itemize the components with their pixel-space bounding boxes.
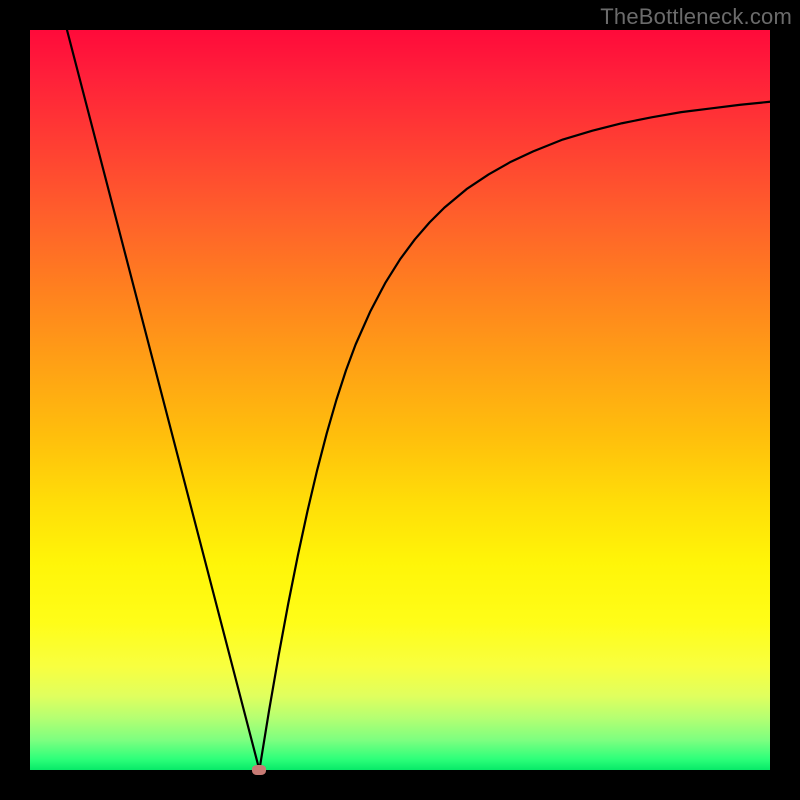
plot-area: [30, 30, 770, 770]
watermark-text: TheBottleneck.com: [600, 4, 792, 30]
chart-frame: TheBottleneck.com: [0, 0, 800, 800]
minimum-marker: [252, 765, 266, 775]
bottleneck-curve: [67, 30, 770, 770]
curve-svg: [30, 30, 770, 770]
